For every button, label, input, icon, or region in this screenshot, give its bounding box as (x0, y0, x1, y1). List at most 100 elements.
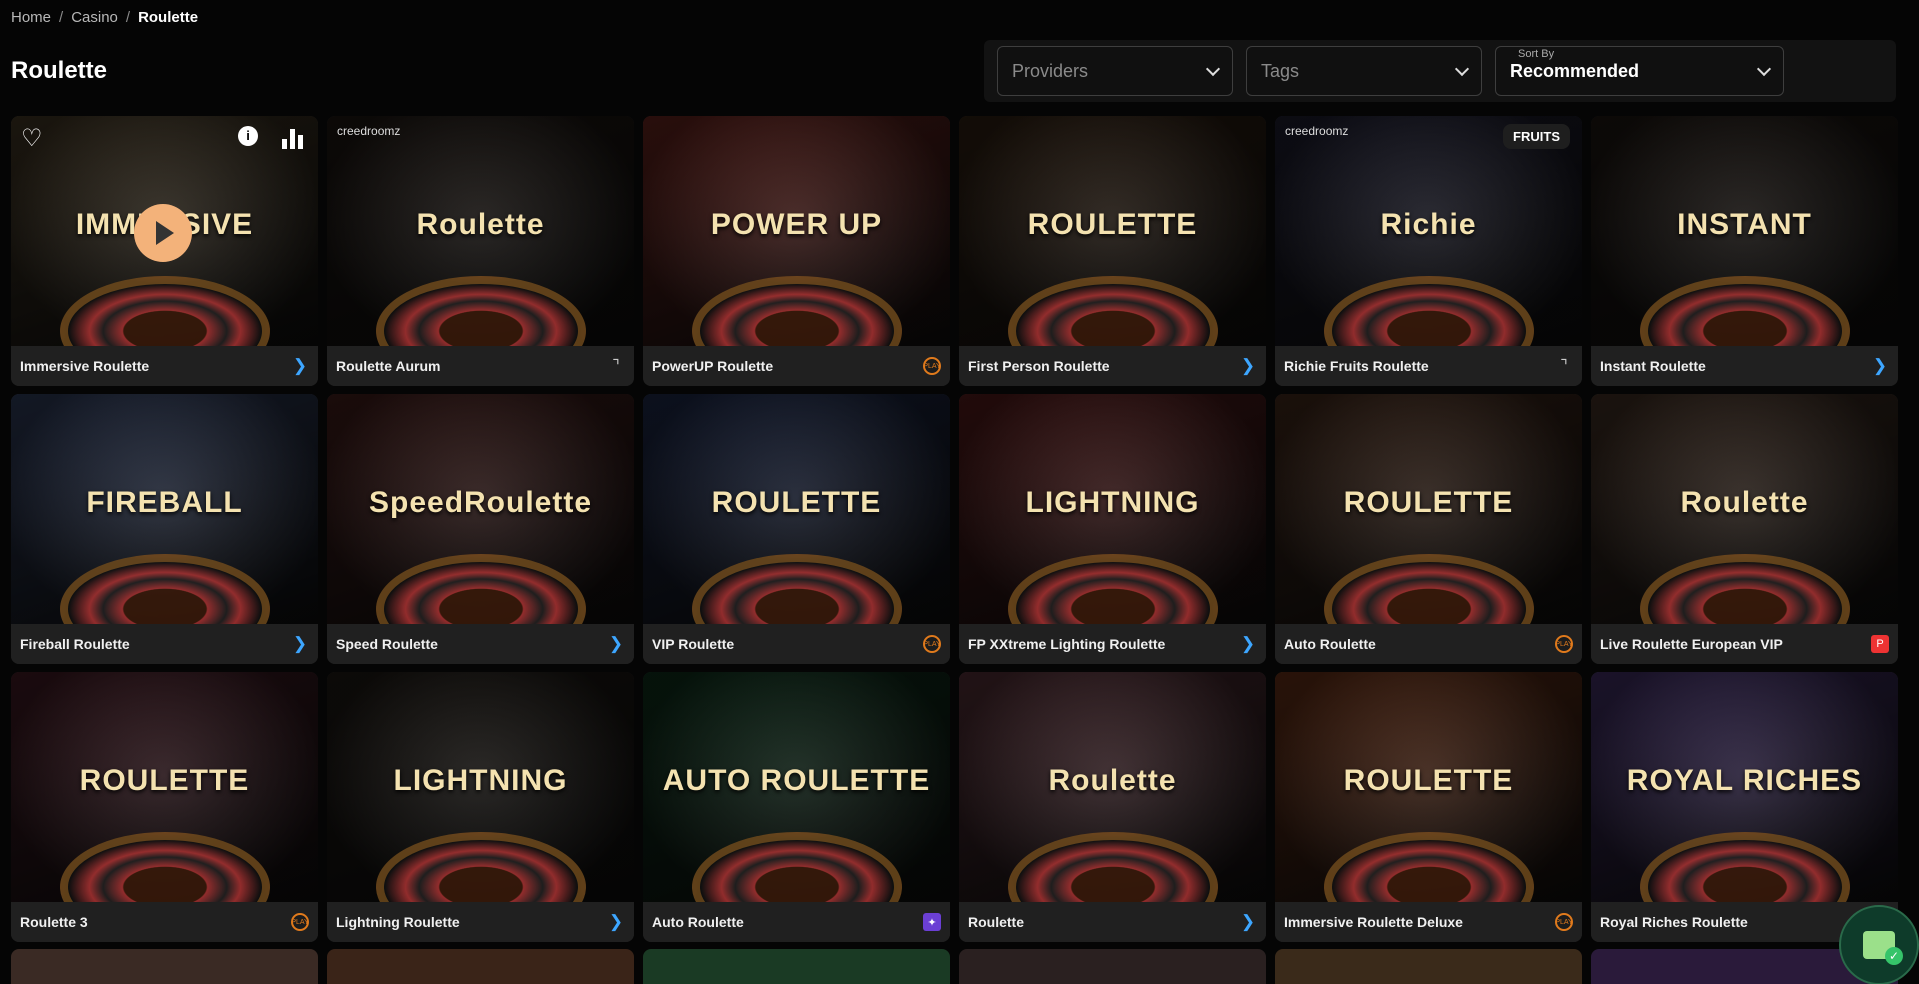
sort-dropdown[interactable]: Sort By Recommended (1495, 46, 1784, 96)
chevron-down-icon (1454, 61, 1470, 77)
game-logo-art: ROULETTE (79, 764, 250, 797)
game-tile-partial[interactable] (327, 949, 634, 984)
game-thumbnail[interactable]: FIREBALL (11, 394, 318, 624)
game-title[interactable]: Roulette Aurum (327, 346, 634, 386)
game-tile[interactable]: ROULETTE Immersive Roulette Deluxe PLAY (1275, 672, 1582, 942)
game-tile[interactable]: ROULETTE First Person Roulette ❯ (959, 116, 1266, 386)
game-logo-art: INSTANT (1677, 208, 1812, 241)
game-thumbnail[interactable]: LIGHTNING (327, 672, 634, 902)
game-logo-art: Roulette (416, 208, 545, 241)
favorite-heart-icon[interactable]: ♡ (21, 126, 47, 152)
brand-logo: creedroomz (337, 124, 401, 138)
roulette-wheel-graphic (1639, 554, 1850, 624)
game-title[interactable]: Roulette 3 (11, 902, 318, 942)
game-title[interactable]: Richie Fruits Roulette (1275, 346, 1582, 386)
game-tile[interactable]: IMMERSIVE♡iImmersive Roulette❯ (11, 116, 318, 386)
breadcrumb: Home / Casino / Roulette (11, 9, 198, 26)
provider-icon: ❯ (608, 912, 624, 931)
game-thumbnail[interactable]: ROYAL RICHES (1591, 672, 1898, 902)
bonus-gift-button[interactable]: ✓ (1839, 905, 1919, 984)
game-tile[interactable]: Richie creedroomz FRUITS Richie Fruits Roul… (1275, 116, 1582, 386)
breadcrumb-separator: / (59, 9, 64, 26)
game-thumbnail[interactable]: ROULETTE (1275, 672, 1582, 902)
game-title[interactable]: Fireball Roulette (11, 624, 318, 664)
filter-bar: Providers Tags Sort By Recommended (984, 40, 1896, 102)
game-title[interactable]: Immersive Roulette (11, 346, 318, 386)
roulette-wheel-graphic (691, 276, 902, 346)
game-title[interactable]: Auto Roulette (1275, 624, 1582, 664)
roulette-wheel-graphic (375, 276, 586, 346)
game-title[interactable]: Live Roulette European VIP (1591, 624, 1898, 664)
game-tile[interactable]: LIGHTNING FP XXtreme Lighting Roulette ❯ (959, 394, 1266, 664)
game-tile-partial[interactable] (1275, 949, 1582, 984)
provider-icon: ❯ (1240, 634, 1256, 653)
roulette-wheel-graphic (691, 554, 902, 624)
stats-icon[interactable] (282, 127, 306, 149)
game-logo-art: SpeedRoulette (368, 486, 593, 519)
provider-icon: ❯ (1240, 912, 1256, 931)
roulette-wheel-graphic (1639, 832, 1850, 902)
game-tile[interactable]: Roulette Live Roulette European VIP P (1591, 394, 1898, 664)
game-tile[interactable]: ROULETTE Roulette 3 PLAY (11, 672, 318, 942)
game-title[interactable]: Immersive Roulette Deluxe (1275, 902, 1582, 942)
game-tile[interactable]: POWER UP PowerUP Roulette PLAY (643, 116, 950, 386)
game-tile[interactable]: LIGHTNING Lightning Roulette ❯ (327, 672, 634, 942)
breadcrumb-casino[interactable]: Casino (71, 9, 118, 26)
game-thumbnail[interactable]: LIGHTNING (959, 394, 1266, 624)
game-tile-partial[interactable] (11, 949, 318, 984)
game-tile[interactable]: FIREBALL Fireball Roulette ❯ (11, 394, 318, 664)
game-title[interactable]: Auto Roulette (643, 902, 950, 942)
chevron-down-icon (1205, 61, 1221, 77)
game-title[interactable]: Instant Roulette (1591, 346, 1898, 386)
game-thumbnail[interactable]: Richie (1275, 116, 1582, 346)
provider-icon: ⌝ (1560, 358, 1568, 375)
game-logo-art: LIGHTNING (393, 764, 568, 797)
game-tile[interactable]: ROULETTE Auto Roulette PLAY (1275, 394, 1582, 664)
game-thumbnail[interactable]: INSTANT (1591, 116, 1898, 346)
game-title[interactable]: VIP Roulette (643, 624, 950, 664)
providers-dropdown[interactable]: Providers (997, 46, 1233, 96)
game-tile[interactable]: ROULETTE VIP Roulette PLAY (643, 394, 950, 664)
game-thumbnail[interactable]: AUTO ROULETTE (643, 672, 950, 902)
play-button[interactable] (134, 204, 192, 262)
game-title[interactable]: FP XXtreme Lighting Roulette (959, 624, 1266, 664)
game-thumbnail[interactable]: ROULETTE (959, 116, 1266, 346)
game-tile[interactable]: INSTANT Instant Roulette ❯ (1591, 116, 1898, 386)
roulette-wheel-graphic (1639, 276, 1850, 346)
game-title[interactable]: Speed Roulette (327, 624, 634, 664)
game-tile[interactable]: Roulette Roulette ❯ (959, 672, 1266, 942)
game-tile[interactable]: SpeedRoulette Speed Roulette ❯ (327, 394, 634, 664)
game-thumbnail[interactable]: ROULETTE (643, 394, 950, 624)
game-tile[interactable]: AUTO ROULETTE Auto Roulette ✦ (643, 672, 950, 942)
game-tile-partial[interactable] (643, 949, 950, 984)
game-thumbnail[interactable]: SpeedRoulette (327, 394, 634, 624)
games-grid-next-row (11, 949, 1898, 984)
chevron-down-icon (1756, 61, 1772, 77)
game-thumbnail[interactable]: Roulette (1591, 394, 1898, 624)
game-tile-partial[interactable] (959, 949, 1266, 984)
info-icon[interactable]: i (238, 126, 258, 146)
provider-icon: P (1871, 635, 1889, 653)
game-thumbnail[interactable]: ROULETTE (11, 672, 318, 902)
provider-icon: PLAY (1555, 913, 1573, 931)
game-tile[interactable]: ROYAL RICHESRoyal Riches Roulette❯ (1591, 672, 1898, 942)
game-thumbnail[interactable]: Roulette (959, 672, 1266, 902)
tags-dropdown[interactable]: Tags (1246, 46, 1482, 96)
gift-icon: ✓ (1863, 931, 1903, 965)
game-title[interactable]: PowerUP Roulette (643, 346, 950, 386)
game-thumbnail[interactable]: Roulette (327, 116, 634, 346)
roulette-wheel-graphic (375, 554, 586, 624)
game-tile[interactable]: Roulette creedroomz Roulette Aurum ⌝ (327, 116, 634, 386)
game-logo-art: ROULETTE (1027, 208, 1198, 241)
game-thumbnail[interactable]: ROULETTE (1275, 394, 1582, 624)
game-thumbnail[interactable]: POWER UP (643, 116, 950, 346)
roulette-wheel-graphic (1007, 554, 1218, 624)
game-logo-art: ROULETTE (1343, 764, 1514, 797)
game-title[interactable]: Lightning Roulette (327, 902, 634, 942)
game-title[interactable]: First Person Roulette (959, 346, 1266, 386)
game-logo-art: Roulette (1048, 764, 1177, 797)
provider-icon: ❯ (292, 356, 308, 375)
roulette-wheel-graphic (375, 832, 586, 902)
breadcrumb-home[interactable]: Home (11, 9, 51, 26)
game-title[interactable]: Roulette (959, 902, 1266, 942)
